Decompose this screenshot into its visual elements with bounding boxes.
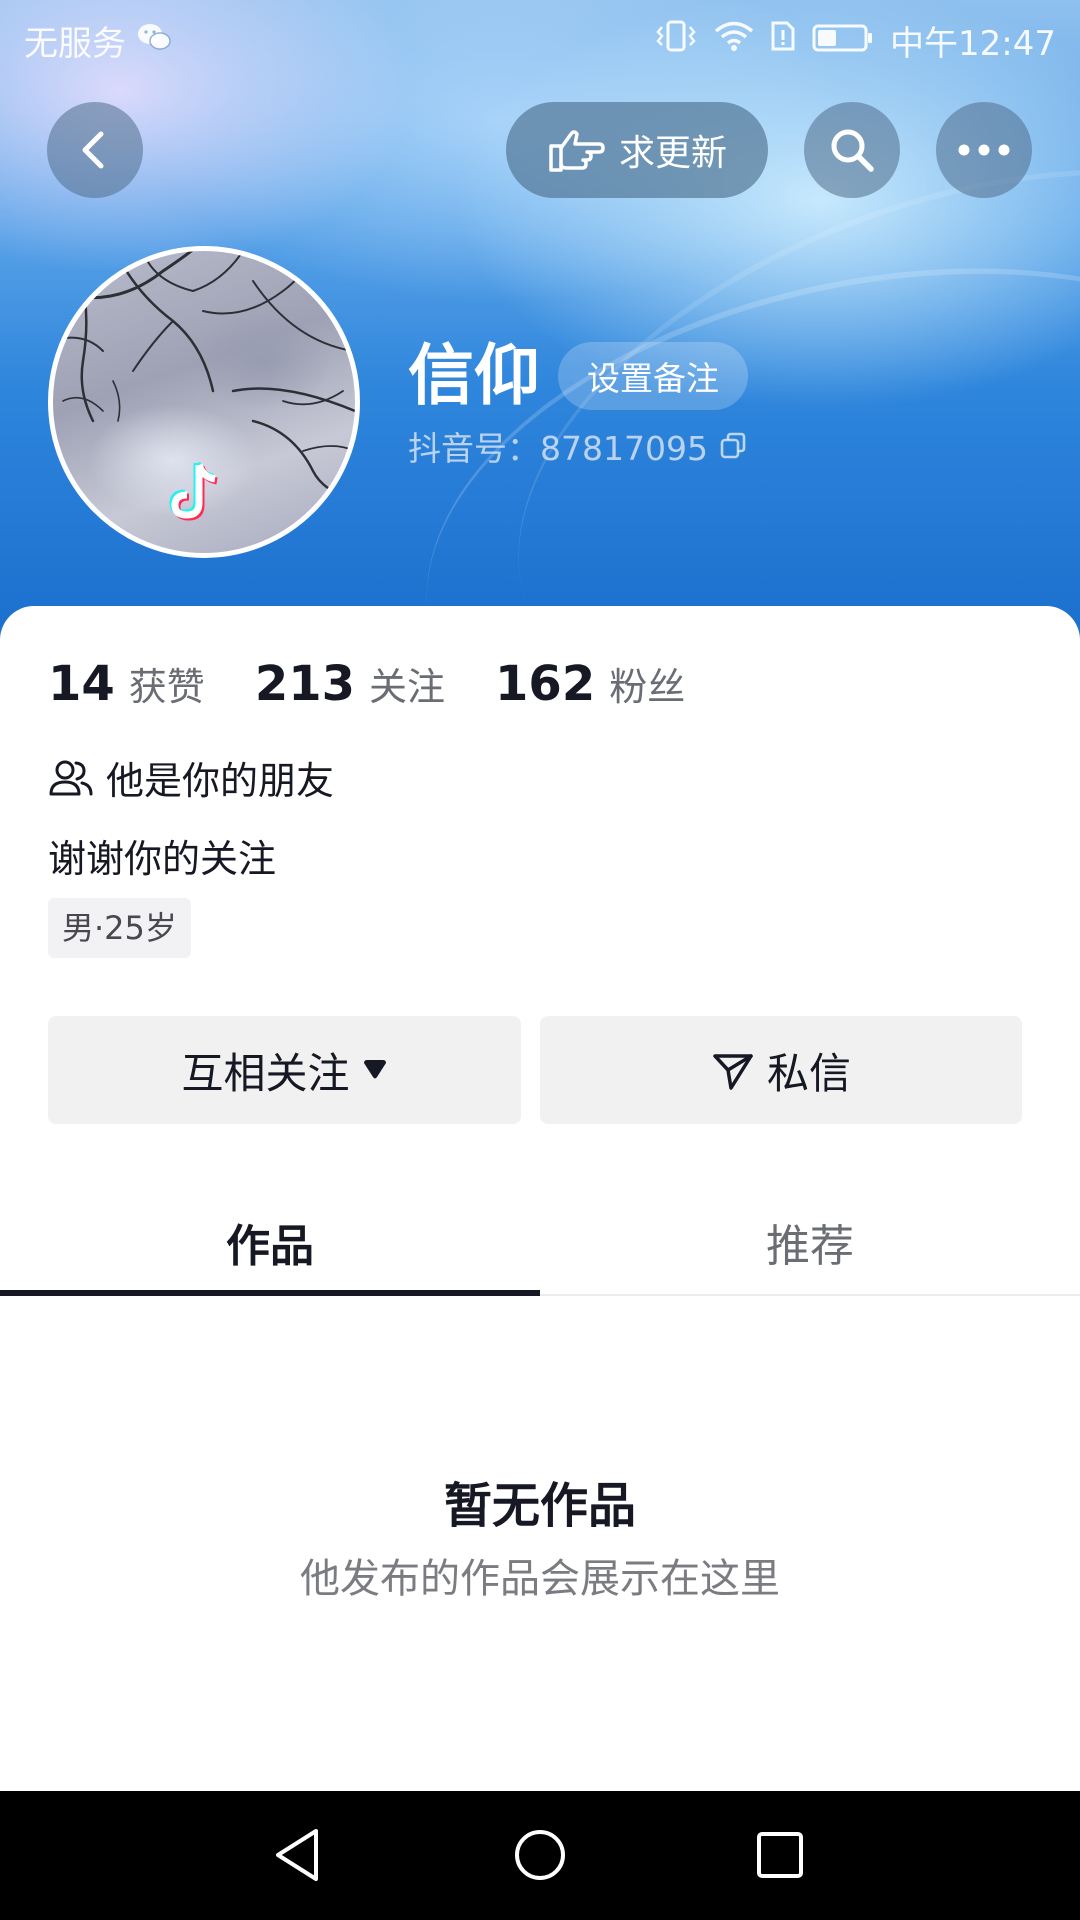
message-button[interactable]: 私信 [540,1016,1022,1124]
system-nav-bar [0,1791,1080,1920]
status-bar: 无服务 中午12:47 [0,0,1080,75]
clock-text: 中午12:47 [890,24,1056,64]
nav-recents-button[interactable] [748,1823,812,1887]
stat-label: 粉丝 [609,665,686,709]
search-button[interactable] [804,102,900,198]
message-label: 私信 [766,1048,851,1098]
empty-state-title: 暂无作品 [443,1478,636,1534]
mutual-follow-label: 互相关注 [181,1048,350,1098]
carrier-text: 无服务 [24,24,126,64]
mutual-follow-button[interactable]: 互相关注 [48,1016,521,1124]
tab-works[interactable]: 作品 [0,1190,540,1294]
send-icon [713,1054,753,1090]
back-icon [82,131,104,169]
stat-value: 14 [48,656,115,712]
empty-state-subtitle: 他发布的作品会展示在这里 [300,1556,780,1602]
sim-alert-icon [770,20,796,61]
profile-stats: 14 获赞 213 关注 162 粉丝 [48,656,685,712]
more-button[interactable] [936,102,1032,198]
friend-relation-text: 他是你的朋友 [106,759,335,803]
set-remark-button[interactable]: 设置备注 [558,342,748,410]
battery-icon [812,21,874,61]
tab-label: 作品 [226,1221,314,1272]
caret-down-icon [363,1060,386,1079]
request-update-label: 求更新 [618,133,727,174]
stat-followers[interactable]: 162 粉丝 [495,656,685,712]
people-icon [49,760,93,795]
copy-icon [720,432,746,459]
douyin-id-text: 抖音号：87817095 [408,429,708,468]
tab-label: 推荐 [766,1221,854,1272]
stat-value: 162 [495,656,596,712]
tiktok-logo-icon [169,461,218,521]
douyin-id[interactable]: 抖音号：87817095 [408,422,748,470]
avatar-image [53,251,355,521]
status-right: 中午12:47 [654,16,1056,65]
stat-likes[interactable]: 14 获赞 [48,656,205,712]
pointing-hand-icon [549,130,605,172]
stat-value: 213 [254,656,356,712]
nav-recents-icon [757,1832,803,1878]
request-update-button[interactable]: 求更新 [506,102,768,198]
profile-card: 14 获赞 213 关注 162 粉丝 他是你的朋友 谢谢你的关注 男·25岁 [0,606,1080,1791]
profile-name: 信仰 [408,337,540,414]
stat-label: 获赞 [128,665,205,709]
nav-back-icon [276,1829,318,1881]
stat-following[interactable]: 213 关注 [255,656,445,712]
wechat-icon [136,21,172,61]
bio-text: 谢谢你的关注 [48,837,277,881]
search-icon [831,129,874,172]
avatar[interactable] [48,246,360,558]
profile-banner: 无服务 中午12:47 求更新 信仰 设置备注 抖音号：87817095 [0,0,1080,875]
wifi-icon [714,20,754,61]
nav-home-button[interactable] [508,1823,572,1887]
profile-screen: 无服务 中午12:47 求更新 信仰 设置备注 抖音号：87817095 14 … [0,0,1080,1920]
back-button[interactable] [47,102,143,198]
vibrate-icon [654,19,698,62]
content-tabs: 作品 推荐 [0,1190,1080,1296]
nav-home-icon [515,1830,565,1880]
stat-label: 关注 [369,665,446,709]
nav-back-button[interactable] [266,1823,330,1887]
friend-relation: 他是你的朋友 [48,750,334,805]
more-icon [958,144,1010,156]
status-left: 无服务 [24,16,172,65]
gender-age-tag: 男·25岁 [48,898,191,958]
active-tab-indicator [0,1290,540,1296]
tab-recommend[interactable]: 推荐 [540,1190,1080,1294]
